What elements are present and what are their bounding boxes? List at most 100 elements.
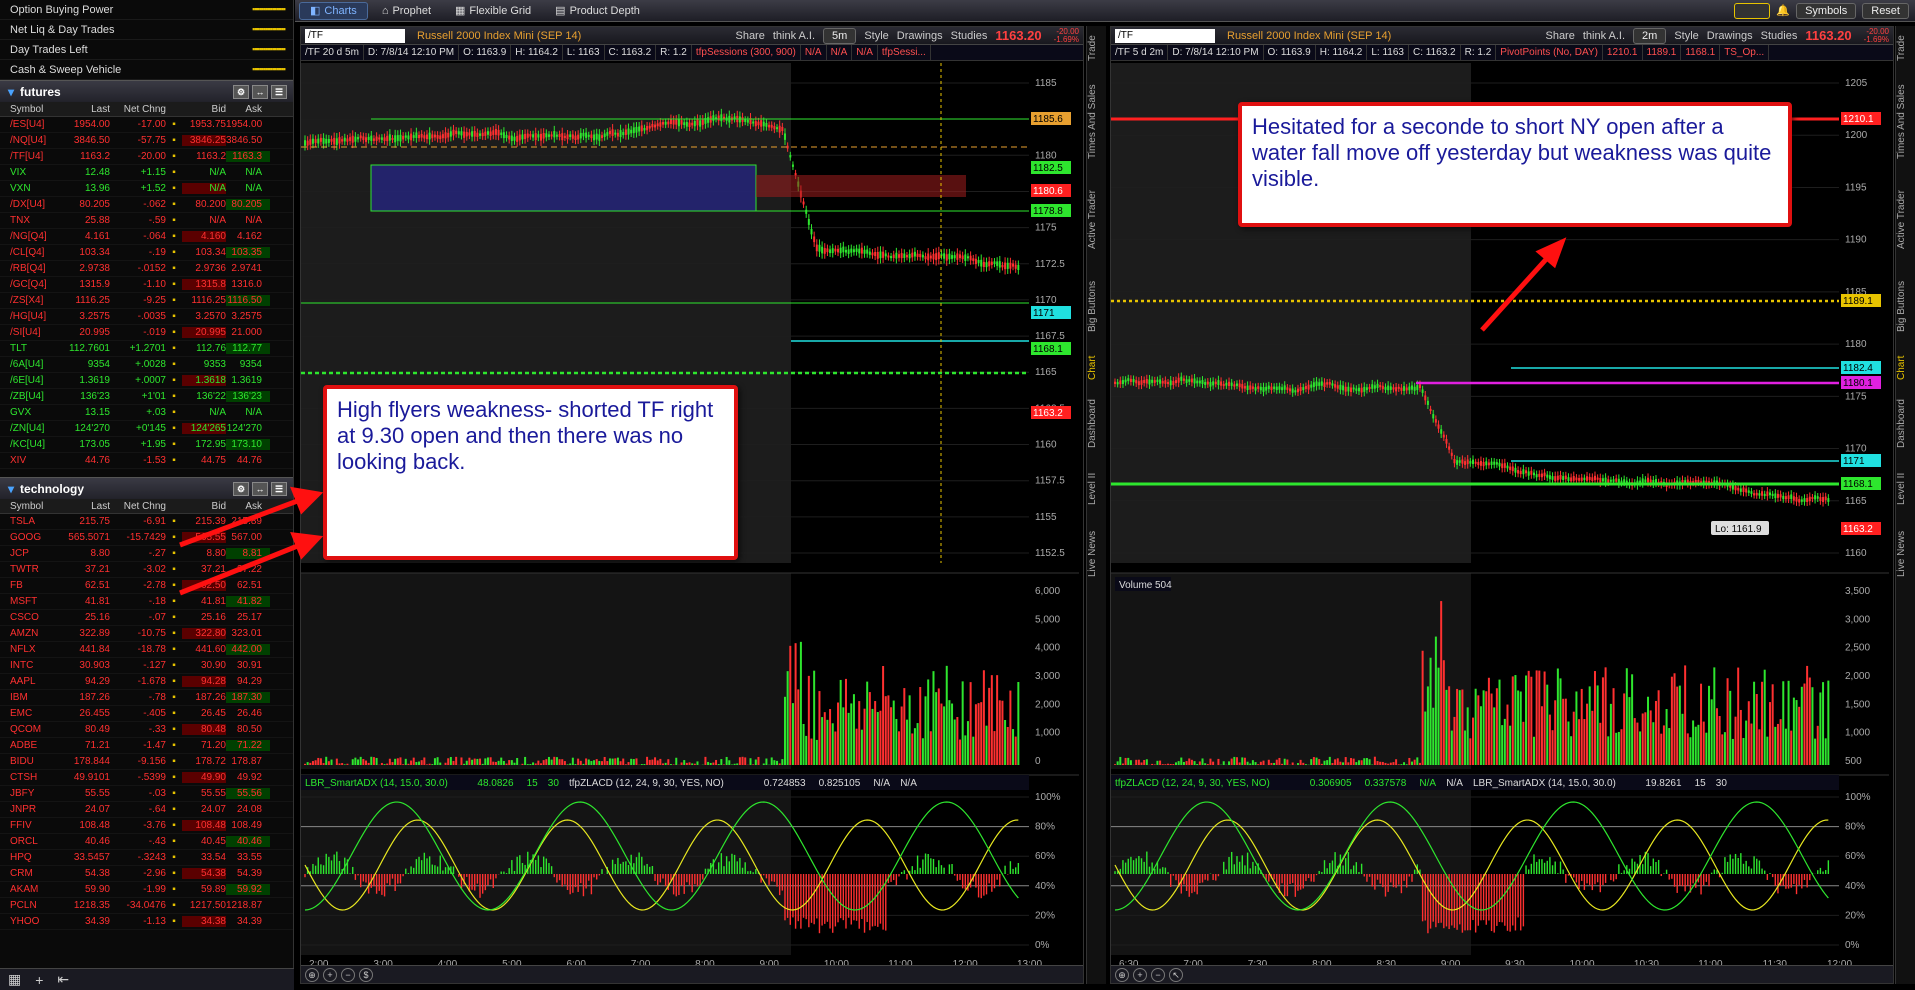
table-row[interactable]: /DX[U4] 80.205 -.062 ▪ 80.200 80.205 xyxy=(0,197,293,213)
side-tab-big-buttons[interactable]: Big Buttons xyxy=(1896,266,1907,346)
table-row[interactable]: NFLX 441.84 -18.78 ▪ 441.60 442.00 xyxy=(0,642,293,658)
grid-icon[interactable]: ▦ xyxy=(8,971,21,988)
tab-prophet[interactable]: ⌂ Prophet xyxy=(372,2,441,20)
table-row[interactable]: JNPR 24.07 -.64 ▪ 24.07 24.08 xyxy=(0,802,293,818)
zoom-icon[interactable]: ⊕ xyxy=(1115,967,1129,982)
arrows-icon[interactable]: ↔ xyxy=(252,84,268,99)
table-row[interactable]: EMC 26.455 -.405 ▪ 26.45 26.46 xyxy=(0,706,293,722)
table-row[interactable]: /CL[Q4] 103.34 -.19 ▪ 103.34 103.35 xyxy=(0,245,293,261)
table-row[interactable]: ADBE 71.21 -1.47 ▪ 71.20 71.22 xyxy=(0,738,293,754)
table-row[interactable]: /ZS[X4] 1116.25 -9.25 ▪ 1116.25 1116.50 xyxy=(0,293,293,309)
table-row[interactable]: IBM 187.26 -.78 ▪ 187.26 187.30 xyxy=(0,690,293,706)
table-row[interactable]: PCLN 1218.35 -34.0476 ▪ 1217.50 1218.87 xyxy=(0,898,293,914)
side-tab-level-ii[interactable]: Level II xyxy=(1896,458,1907,520)
interval-button[interactable]: 2m xyxy=(1633,27,1667,44)
futures-watchlist-header[interactable]: ▾ futures ⚙ ↔ ☰ xyxy=(0,80,293,102)
table-row[interactable]: /NQ[U4] 3846.50 -57.75 ▪ 3846.25 3846.50 xyxy=(0,133,293,149)
table-row[interactable]: /RB[Q4] 2.9738 -.0152 ▪ 2.9736 2.9741 xyxy=(0,261,293,277)
dollar-icon[interactable]: $ xyxy=(359,967,373,982)
side-tab-trade[interactable]: Trade xyxy=(1896,26,1907,70)
style-button[interactable]: Style xyxy=(1674,30,1698,42)
table-row[interactable]: VIX 12.48 +1.15 ▪ N/A N/A xyxy=(0,165,293,181)
think-ai-button[interactable]: think A.I. xyxy=(773,30,815,42)
table-row[interactable]: /TF[U4] 1163.2 -20.00 ▪ 1163.2 1163.3 xyxy=(0,149,293,165)
studies-button[interactable]: Studies xyxy=(1761,30,1798,42)
collapse-icon[interactable]: ▾ xyxy=(8,482,14,496)
table-row[interactable]: /ES[U4] 1954.00 -17.00 ▪ 1953.75 1954.00 xyxy=(0,117,293,133)
share-button[interactable]: Share xyxy=(1545,30,1574,42)
zoom-in-icon[interactable]: + xyxy=(1133,967,1147,982)
gear-icon[interactable]: ⚙ xyxy=(233,481,249,496)
arrows-icon[interactable]: ↔ xyxy=(252,481,268,496)
table-row[interactable]: GVX 13.15 +.03 ▪ N/A N/A xyxy=(0,405,293,421)
drawings-button[interactable]: Drawings xyxy=(897,30,943,42)
interval-button[interactable]: 5m xyxy=(823,27,857,44)
zoom-out-icon[interactable]: − xyxy=(1151,967,1165,982)
table-row[interactable]: YHOO 34.39 -1.13 ▪ 34.38 34.39 xyxy=(0,914,293,930)
pointer-icon[interactable]: ↖ xyxy=(1169,967,1183,982)
table-row[interactable]: AKAM 59.90 -1.99 ▪ 59.89 59.92 xyxy=(0,882,293,898)
tab-flexible-grid[interactable]: ▦ Flexible Grid xyxy=(445,2,541,20)
zoom-icon[interactable]: ⊕ xyxy=(305,967,319,982)
table-row[interactable]: /ZB[U4] 136'23 +1'01 ▪ 136'22 136'23 xyxy=(0,389,293,405)
side-tab-times-and-sales[interactable]: Times And Sales xyxy=(1087,70,1098,174)
table-row[interactable]: /GC[Q4] 1315.9 -1.10 ▪ 1315.8 1316.0 xyxy=(0,277,293,293)
table-row[interactable]: /NG[Q4] 4.161 -.064 ▪ 4.160 4.162 xyxy=(0,229,293,245)
table-row[interactable]: BIDU 178.844 -9.156 ▪ 178.72 178.87 xyxy=(0,754,293,770)
table-row[interactable]: QCOM 80.49 -.33 ▪ 80.48 80.50 xyxy=(0,722,293,738)
table-row[interactable]: /6A[U4] 9354 +.0028 ▪ 9353 9354 xyxy=(0,357,293,373)
studies-button[interactable]: Studies xyxy=(951,30,988,42)
side-tab-active-trader[interactable]: Active Trader xyxy=(1896,174,1907,266)
table-row[interactable]: FB 62.51 -2.78 ▪ 62.50 62.51 xyxy=(0,578,293,594)
table-row[interactable]: INTC 30.903 -.127 ▪ 30.90 30.91 xyxy=(0,658,293,674)
think-ai-button[interactable]: think A.I. xyxy=(1583,30,1625,42)
menu-icon[interactable]: ☰ xyxy=(271,481,287,496)
table-row[interactable]: GOOG 565.5071 -15.7429 ▪ 565.55 567.00 xyxy=(0,530,293,546)
table-row[interactable]: /SI[U4] 20.995 -.019 ▪ 20.995 21.000 xyxy=(0,325,293,341)
table-row[interactable]: CTSH 49.9101 -.5399 ▪ 49.90 49.92 xyxy=(0,770,293,786)
side-tab-live-news[interactable]: Live News xyxy=(1087,520,1098,588)
collapse-icon[interactable]: ▾ xyxy=(8,85,14,99)
bell-icon[interactable]: 🔔 xyxy=(1776,4,1790,17)
symbols-button[interactable]: Symbols xyxy=(1796,2,1857,19)
table-row[interactable]: CRM 54.38 -2.96 ▪ 54.38 54.39 xyxy=(0,866,293,882)
collapse-panel-icon[interactable]: ⇤ xyxy=(57,971,69,988)
layout-button[interactable] xyxy=(1734,2,1771,19)
table-row[interactable]: ORCL 40.46 -.43 ▪ 40.45 40.46 xyxy=(0,834,293,850)
table-row[interactable]: FFIV 108.48 -3.76 ▪ 108.48 108.49 xyxy=(0,818,293,834)
side-tab-live-news[interactable]: Live News xyxy=(1896,520,1907,588)
technology-watchlist-header[interactable]: ▾ technology ⚙ ↔ ☰ xyxy=(0,477,293,499)
side-tab-times-and-sales[interactable]: Times And Sales xyxy=(1896,70,1907,174)
add-icon[interactable]: + xyxy=(35,972,43,988)
table-row[interactable]: /KC[U4] 173.05 +1.95 ▪ 172.95 173.10 xyxy=(0,437,293,453)
style-button[interactable]: Style xyxy=(864,30,888,42)
share-button[interactable]: Share xyxy=(735,30,764,42)
table-row[interactable]: AAPL 94.29 -1.678 ▪ 94.28 94.29 xyxy=(0,674,293,690)
zoom-in-icon[interactable]: + xyxy=(323,967,337,982)
table-row[interactable]: /ZN[U4] 124'270 +0'145 ▪ 124'265 124'270 xyxy=(0,421,293,437)
table-row[interactable]: JBFY 55.55 -.03 ▪ 55.55 55.56 xyxy=(0,786,293,802)
table-row[interactable]: TSLA 215.75 -6.91 ▪ 215.39 215.89 xyxy=(0,514,293,530)
side-tab-chart[interactable]: Chart xyxy=(1896,346,1907,390)
table-row[interactable]: /HG[U4] 3.2575 -.0035 ▪ 3.2570 3.2575 xyxy=(0,309,293,325)
table-row[interactable]: XIV 44.76 -1.53 ▪ 44.75 44.76 xyxy=(0,453,293,469)
symbol-input[interactable]: /TF xyxy=(1115,28,1215,43)
tab-product-depth[interactable]: ▤ Product Depth xyxy=(545,2,650,20)
side-tab-dashboard[interactable]: Dashboard xyxy=(1087,390,1098,458)
table-row[interactable]: MSFT 41.81 -.18 ▪ 41.81 41.82 xyxy=(0,594,293,610)
side-tab-active-trader[interactable]: Active Trader xyxy=(1087,174,1098,266)
table-row[interactable]: VXN 13.96 +1.52 ▪ N/A N/A xyxy=(0,181,293,197)
side-tab-level-ii[interactable]: Level II xyxy=(1087,458,1098,520)
menu-icon[interactable]: ☰ xyxy=(271,84,287,99)
reset-button[interactable]: Reset xyxy=(1862,2,1909,19)
symbol-input[interactable]: /TF xyxy=(305,28,405,43)
table-row[interactable]: CSCO 25.16 -.07 ▪ 25.16 25.17 xyxy=(0,610,293,626)
table-row[interactable]: TLT 112.7601 +1.2701 ▪ 112.76 112.77 xyxy=(0,341,293,357)
gear-icon[interactable]: ⚙ xyxy=(233,84,249,99)
table-row[interactable]: TWTR 37.21 -3.02 ▪ 37.21 37.22 xyxy=(0,562,293,578)
side-tab-big-buttons[interactable]: Big Buttons xyxy=(1087,266,1098,346)
zoom-out-icon[interactable]: − xyxy=(341,967,355,982)
table-row[interactable]: AMZN 322.89 -10.75 ▪ 322.80 323.01 xyxy=(0,626,293,642)
table-row[interactable]: JCP 8.80 -.27 ▪ 8.80 8.81 xyxy=(0,546,293,562)
table-row[interactable]: /6E[U4] 1.3619 +.0007 ▪ 1.3618 1.3619 xyxy=(0,373,293,389)
